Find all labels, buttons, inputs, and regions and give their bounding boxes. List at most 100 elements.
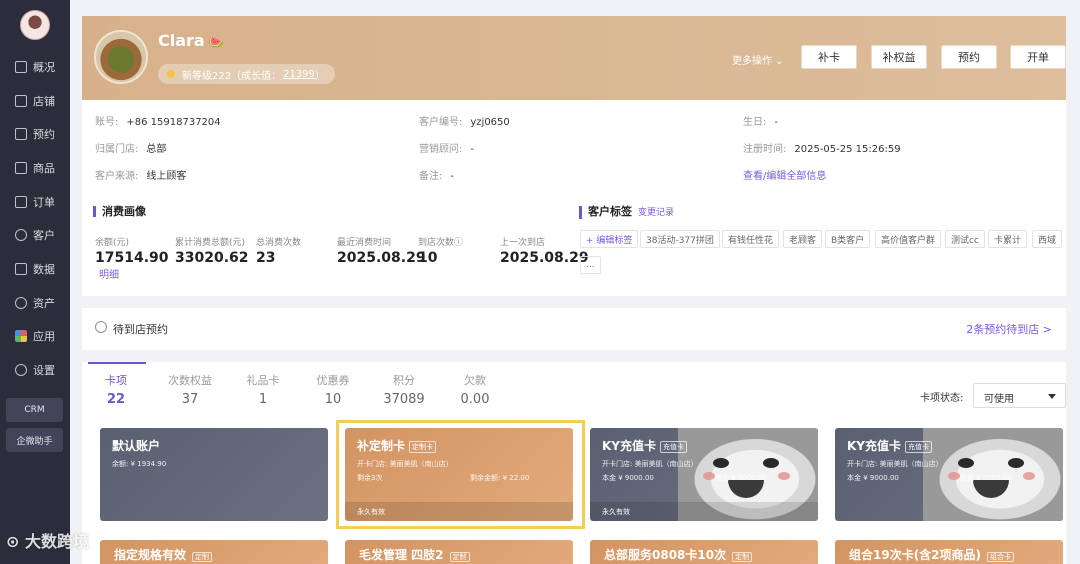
sidebar: 概况 店铺 预约 商品 订单 客户 数据 资产 应用 设置 CRM 企微助手 [0, 0, 70, 564]
panda-blush [703, 472, 715, 480]
balance-detail-link[interactable]: 明细 [99, 266, 119, 281]
sidebar-item-label: 资产 [33, 297, 55, 310]
tab-count: 22 [106, 392, 126, 407]
field-value: - [470, 144, 474, 155]
more-tags-button[interactable]: ... [580, 256, 601, 274]
watermark-icon: ⊙ [6, 532, 25, 551]
level-suffix: ） [314, 70, 325, 82]
register-time-field: 注册时间: 2025-05-25 15:26:59 [743, 140, 901, 155]
field-value: +86 15918737204 [126, 117, 221, 128]
user-icon [15, 229, 27, 241]
pending-appointment-link[interactable]: 2条预约待到店 > [966, 321, 1052, 337]
tab-label: 积分 [393, 374, 415, 387]
visit-count-label: 到店次数ⓘ [418, 238, 464, 248]
tab-count: 10 [324, 392, 342, 407]
sidebar-item-appointment[interactable]: 预约 [0, 119, 70, 149]
sidebar-item-assets[interactable]: 资产 [0, 288, 70, 318]
reissue-benefit-button[interactable]: 补权益 [871, 45, 927, 69]
card-bonus: 赠金 ¥ 5000.00 [960, 474, 1012, 482]
crm-button[interactable]: CRM [6, 398, 63, 422]
growth-value-link[interactable]: 21399 [283, 69, 315, 80]
create-order-button[interactable]: 开单 [1010, 45, 1066, 69]
sidebar-item-label: 应用 [33, 330, 55, 343]
card-combo-19[interactable]: 组合19次卡(含2项商品) 组合卡 [835, 540, 1063, 564]
card-title-text: 总部服务0808卡10次 [604, 548, 727, 562]
sidebar-item-data[interactable]: 数据 [0, 254, 70, 284]
sidebar-item-overview[interactable]: 概况 [0, 52, 70, 82]
source-field: 客户来源: 线上顾客 [95, 167, 186, 182]
field-label: 备注: [419, 171, 443, 182]
more-actions-dropdown[interactable]: 更多操作 ⌄ [732, 52, 784, 67]
card-hair-management[interactable]: 毛发管理 四肢2 定制 [345, 540, 573, 564]
tab-cards[interactable]: 卡项 22 [86, 372, 146, 407]
reissue-card-button[interactable]: 补卡 [801, 45, 857, 69]
account-field: 账号: +86 15918737204 [95, 113, 221, 128]
section-title-text: 消费画像 [102, 205, 146, 218]
total-spend-value: 33020.62 [175, 250, 249, 266]
watermark-text: 大数跨境 [24, 532, 89, 551]
card-title-text: 组合19次卡(含2项商品) [849, 548, 982, 562]
sidebar-item-label: 概况 [33, 61, 55, 74]
sidebar-item-customers[interactable]: 客户 [0, 220, 70, 250]
edit-tags-button[interactable]: + 编辑标签 [580, 230, 639, 248]
card-store: 开卡门店: 美丽美肌（南山店） [602, 460, 698, 468]
spend-count-value: 23 [256, 250, 276, 266]
customer-code-field: 客户编号: yzj0650 [419, 113, 510, 128]
tab-label: 欠款 [464, 374, 486, 387]
sidebar-item-label: 订单 [33, 196, 55, 209]
customer-tag: 西域 [1032, 230, 1063, 248]
level-icon [167, 70, 175, 78]
sidebar-item-store[interactable]: 店铺 [0, 86, 70, 116]
card-status-value: 可使用 [984, 394, 1014, 405]
panda-blush [1023, 472, 1035, 480]
field-label: 归属门店: [95, 144, 139, 155]
sidebar-item-orders[interactable]: 订单 [0, 187, 70, 217]
apps-icon [15, 330, 27, 342]
balance-value: 17514.90 [95, 250, 169, 266]
view-all-info-link[interactable]: 查看/编辑全部信息 [743, 167, 826, 182]
card-status-label: 卡项状态: [920, 393, 964, 404]
card-balance: 余额: ¥ 1934.90 [112, 460, 167, 468]
card-ky-recharge-1[interactable]: KY充值卡 充值卡 开卡门店: 美丽美肌（南山店） 本金 ¥ 9000.00 赠金… [590, 428, 818, 521]
customer-name: Clara 🍉 [158, 31, 224, 50]
card-ky-recharge-2[interactable]: KY充值卡 充值卡 开卡门店: 美丽美肌（南山店） 本金 ¥ 9000.00 赠金… [835, 428, 1063, 521]
card-default-account[interactable]: 默认账户 余额: ¥ 1934.90 [100, 428, 328, 521]
sidebar-item-label: 商品 [33, 162, 55, 175]
card-type-badge: 定制 [732, 552, 753, 562]
book-appointment-button[interactable]: 预约 [941, 45, 997, 69]
field-label: 客户编号: [419, 117, 463, 128]
card-title: 指定规格有效 定制 [114, 546, 213, 563]
customer-tag: 高价值客户群 [875, 230, 942, 248]
tab-label: 礼品卡 [246, 374, 280, 387]
tab-coupons[interactable]: 优惠券 10 [303, 372, 363, 407]
card-status-select[interactable]: 可使用 [973, 383, 1066, 408]
sidebar-item-apps[interactable]: 应用 [0, 321, 70, 351]
section-title-text: 客户标签 [588, 205, 632, 218]
caret-down-icon [1048, 394, 1056, 399]
card-spec-valid[interactable]: 指定规格有效 定制 [100, 540, 328, 564]
card-principal: 本金 ¥ 9000.00 [602, 474, 654, 482]
card-hq-service[interactable]: 总部服务0808卡10次 定制 [590, 540, 818, 564]
card-title-text: KY充值卡 [602, 439, 656, 453]
tab-points[interactable]: 积分 37089 [374, 372, 434, 407]
remark-field: 备注: - [419, 167, 454, 182]
tab-debt[interactable]: 欠款 0.00 [445, 372, 505, 407]
panda-eye [763, 458, 779, 468]
card-title: KY充值卡 充值卡 [602, 437, 687, 454]
sidebar-item-goods[interactable]: 商品 [0, 153, 70, 183]
tab-count-benefits[interactable]: 次数权益 37 [160, 372, 220, 407]
field-value: - [774, 117, 778, 128]
tab-gift-cards[interactable]: 礼品卡 1 [233, 372, 293, 407]
level-text: 新等级222（成长值： [182, 70, 282, 82]
wecom-assistant-button[interactable]: 企微助手 [6, 428, 63, 452]
tab-label: 卡项 [105, 374, 127, 387]
consumption-profile-title: 消费画像 [93, 206, 146, 217]
sidebar-item-settings[interactable]: 设置 [0, 355, 70, 385]
customer-tag: B类客户 [825, 230, 871, 248]
card-title: 总部服务0808卡10次 定制 [604, 546, 753, 563]
birthday-field: 生日: - [743, 113, 778, 128]
change-log-link[interactable]: 变更记录 [638, 208, 674, 218]
card-type-badge: 组合卡 [987, 552, 1015, 562]
brand-logo[interactable] [20, 10, 50, 40]
panda-eye [1008, 458, 1024, 468]
